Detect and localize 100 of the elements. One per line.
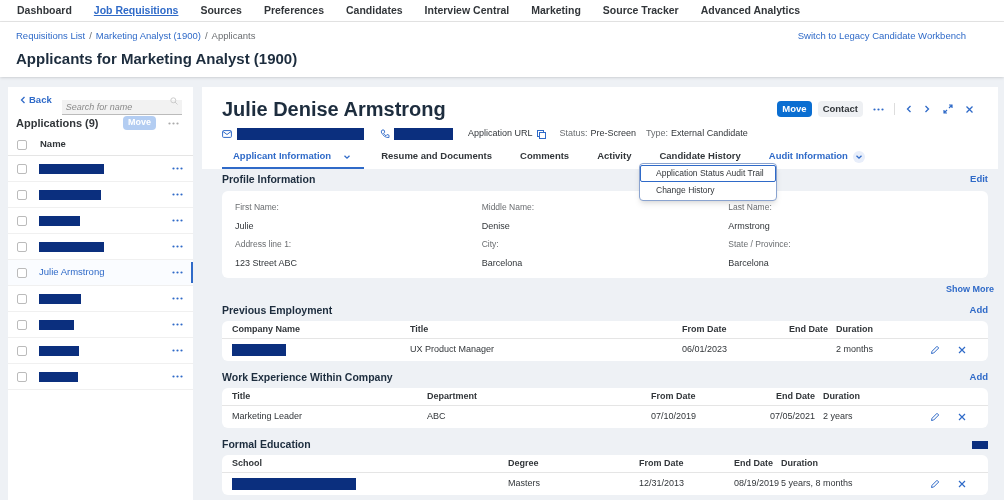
search-field[interactable]: Search for name <box>61 99 182 115</box>
breadcrumb-link[interactable]: Marketing Analyst (1900) <box>95 29 201 44</box>
tab[interactable]: Comments <box>509 146 581 169</box>
menu-item[interactable]: Application Status Audit Trail <box>640 165 776 182</box>
tab-label[interactable]: Resume and Documents <box>381 149 493 164</box>
nav-tab[interactable]: Advanced Analytics <box>700 2 801 19</box>
chevron-left-icon[interactable] <box>20 96 26 104</box>
column-header: Company Name <box>232 322 302 336</box>
show-more-link[interactable]: Show More <box>946 282 994 296</box>
close-icon[interactable] <box>958 413 966 421</box>
nav-tab[interactable]: Job Requisitions <box>93 2 179 19</box>
row-checkbox[interactable] <box>17 267 27 278</box>
breadcrumb-link[interactable]: Requisitions List <box>16 29 86 44</box>
nav-tab[interactable]: Preferences <box>263 2 324 19</box>
type-value: External Candidate <box>671 127 748 141</box>
tab-label[interactable]: Candidate History <box>659 149 741 164</box>
more-icon[interactable] <box>172 349 183 352</box>
redaction-bar <box>39 293 81 304</box>
application-url-label: Application URL <box>468 127 533 141</box>
field-label: City: <box>481 238 500 251</box>
more-icon[interactable] <box>172 297 183 300</box>
nav-tab[interactable]: Source Tracker <box>602 2 679 19</box>
table-cell-text: ABC <box>427 410 447 424</box>
tab[interactable]: Activity <box>586 146 643 169</box>
more-icon[interactable] <box>172 323 183 326</box>
table-cell-text: 07/05/2021 <box>768 410 816 424</box>
pencil-icon[interactable] <box>930 345 940 355</box>
row-checkbox[interactable] <box>17 189 27 200</box>
copy-icon[interactable] <box>536 129 546 139</box>
column-header: From Date <box>651 389 697 403</box>
tab-label[interactable]: Audit Information <box>768 149 848 164</box>
chevron-right-icon[interactable] <box>923 104 931 114</box>
field-label: Middle Name: <box>481 201 536 214</box>
nav-tab[interactable]: Dashboard <box>17 2 72 19</box>
menu-item[interactable]: Change History <box>640 182 776 199</box>
row-checkbox[interactable] <box>17 163 27 174</box>
more-icon[interactable] <box>172 271 183 274</box>
select-all-checkbox[interactable] <box>17 139 27 150</box>
expand-icon[interactable] <box>943 104 953 114</box>
type-label: Type: <box>646 127 669 141</box>
status-label: Status: <box>559 127 588 141</box>
applicant-row[interactable]: Julie Armstrong <box>8 260 193 286</box>
table-cell: 08/19/2019 <box>734 477 781 491</box>
more-icon[interactable] <box>172 219 183 222</box>
nav-tab[interactable]: Marketing <box>531 2 581 19</box>
row-checkbox[interactable] <box>17 241 27 252</box>
section-title: Formal Education <box>222 436 311 452</box>
legacy-link[interactable]: Switch to Legacy Candidate Workbench <box>797 29 966 44</box>
applicant-name: Julie Armstrong <box>39 265 105 280</box>
field-value: Julie <box>235 219 255 233</box>
more-icon[interactable] <box>873 107 884 111</box>
nav-tab[interactable]: Interview Central <box>424 2 510 19</box>
column-header: End Date <box>734 456 774 470</box>
table-cell-text: Marketing Leader <box>232 410 304 424</box>
column-header: Duration <box>836 322 874 336</box>
tab-label[interactable]: Comments <box>520 149 570 164</box>
redaction-bar <box>394 128 453 140</box>
add-link[interactable]: Add <box>969 370 988 385</box>
nav-tab[interactable]: Sources <box>200 2 242 19</box>
nav-tab[interactable]: Candidates <box>346 2 403 19</box>
tab[interactable]: Resume and Documents <box>370 146 504 169</box>
close-icon[interactable] <box>965 104 974 114</box>
more-icon[interactable] <box>172 193 183 196</box>
close-icon[interactable] <box>958 480 966 488</box>
field-value: Denise <box>481 219 511 233</box>
chevron-left-icon[interactable] <box>905 104 913 114</box>
pencil-icon[interactable] <box>930 412 940 422</box>
row-checkbox[interactable] <box>17 319 27 330</box>
tab[interactable]: Applicant Information <box>222 146 365 169</box>
column-header: From Date <box>682 322 728 336</box>
add-link[interactable]: Add <box>969 303 988 318</box>
envelope-icon[interactable] <box>222 130 232 138</box>
row-checkbox[interactable] <box>17 371 27 382</box>
back-link[interactable]: Back <box>20 92 52 108</box>
phone-icon[interactable] <box>380 129 390 139</box>
field-value: Barcelona <box>481 257 524 270</box>
field-value: 123 Street ABC <box>235 257 299 270</box>
table-cell-text: 07/10/2019 <box>651 410 698 424</box>
field-value: Armstrong <box>728 219 771 233</box>
row-checkbox[interactable] <box>17 293 27 304</box>
action-button[interactable]: Move <box>777 101 812 117</box>
redaction-bar <box>39 241 104 252</box>
pencil-icon[interactable] <box>930 479 940 489</box>
chevron-down-icon[interactable] <box>852 150 865 163</box>
redaction-bar <box>39 345 79 356</box>
row-checkbox[interactable] <box>17 345 27 356</box>
tab-label[interactable]: Applicant Information <box>233 149 332 164</box>
action-button[interactable]: Contact <box>817 101 863 117</box>
more-icon[interactable] <box>172 375 183 378</box>
tab-label[interactable]: Activity <box>597 149 632 164</box>
more-icon[interactable] <box>172 245 183 248</box>
table-cell-text: 5 years, 8 months <box>781 477 854 491</box>
status-value: Pre-Screen <box>590 127 637 141</box>
more-icon[interactable] <box>172 167 183 170</box>
row-checkbox[interactable] <box>17 215 27 226</box>
field-label: State / Province: <box>728 238 792 251</box>
field-label: First Name: <box>235 201 280 214</box>
column-header: Title <box>410 322 430 336</box>
close-icon[interactable] <box>958 346 966 354</box>
edit-link[interactable]: Edit <box>970 172 988 187</box>
